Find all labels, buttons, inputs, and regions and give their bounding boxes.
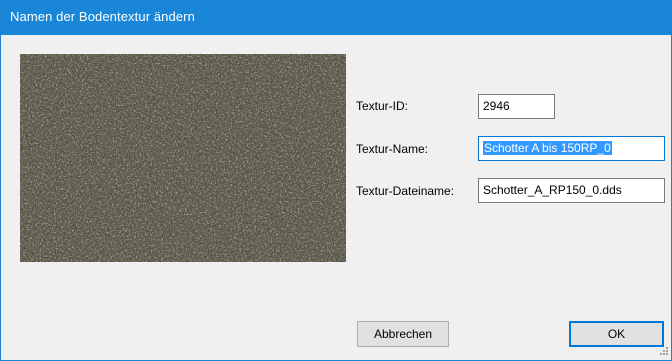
texture-name-input[interactable]: Schotter A bis 150RP_0 xyxy=(478,136,665,161)
title-bar[interactable]: Namen der Bodentextur ändern xyxy=(1,1,671,35)
texture-filename-label: Textur-Dateiname: xyxy=(356,184,455,198)
rename-texture-dialog: Namen der Bodentextur ändern Textur-ID: … xyxy=(0,0,672,361)
texture-id-label: Textur-ID: xyxy=(356,99,409,113)
texture-name-selected-text: Schotter A bis 150RP_0 xyxy=(483,141,612,155)
texture-name-label: Textur-Name: xyxy=(356,142,429,156)
ok-button[interactable]: OK xyxy=(569,321,664,347)
cancel-button[interactable]: Abbrechen xyxy=(357,321,449,347)
texture-filename-field[interactable]: Schotter_A_RP150_0.dds xyxy=(478,178,665,203)
resize-grip-icon[interactable] xyxy=(657,346,669,358)
texture-id-field[interactable]: 2946 xyxy=(478,94,555,119)
gravel-texture-image xyxy=(20,54,346,262)
texture-preview xyxy=(20,54,346,262)
dialog-title: Namen der Bodentextur ändern xyxy=(10,9,195,24)
